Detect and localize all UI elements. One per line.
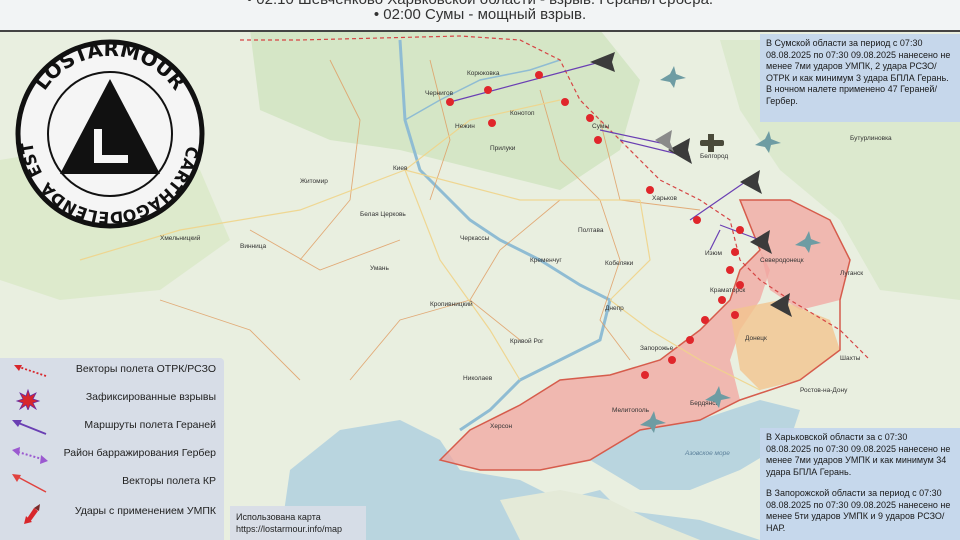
purple-arrow-icon — [12, 420, 47, 435]
city-donetsk: Донецк — [745, 335, 767, 342]
legend-label-gerbera: Район барражирования Гербер — [63, 447, 216, 459]
explosion-icon — [726, 266, 734, 274]
purple-dotted-double-arrow-icon — [12, 447, 48, 464]
city-severodonetsk: Северодонецк — [760, 257, 804, 264]
explosion-icon — [736, 226, 744, 234]
info-box-kharkov: В Харьковской области за с 07:30 08.08.2… — [760, 428, 960, 484]
city-cherkassy: Черкассы — [460, 235, 490, 242]
header-line-2: • 02:00 Сумы - мощный взрыв. — [373, 6, 587, 23]
legend-label-explosions: Зафиксированные взрывы — [85, 391, 216, 403]
city-buturlinovka: Бутурлиновка — [850, 135, 892, 142]
dotted-red-arrow-icon — [14, 365, 47, 377]
city-kremenchug: Кременчуг — [530, 257, 562, 264]
explosion-icon — [561, 98, 569, 106]
city-konotop: Конотоп — [510, 110, 535, 117]
city-kharkov: Харьков — [652, 195, 677, 202]
explosion-icon — [488, 119, 496, 127]
explosion-icon — [641, 371, 649, 379]
explosion-icon — [586, 114, 594, 122]
explosion-icon — [484, 86, 492, 94]
city-melitopol: Мелитополь — [612, 407, 650, 414]
city-chernigov: Чернигов — [425, 90, 454, 97]
lostarmour-logo: LOSTARMOUR CARTHAGO DELENDA EST — [15, 37, 205, 229]
city-khmelnitsky: Хмельницкий — [160, 234, 201, 242]
explosion-icon — [15, 388, 41, 410]
red-arrow-icon — [12, 474, 47, 493]
explosion-icon — [668, 356, 676, 364]
city-kobelyaki: Кобеляки — [605, 259, 634, 267]
info-box-sumy: В Сумской области за период с 07:30 08.0… — [760, 34, 960, 122]
city-lugansk: Луганск — [840, 270, 863, 277]
explosion-icon — [594, 136, 602, 144]
legend-item-kr: Векторы полета КР — [0, 472, 224, 494]
source-link[interactable]: https://lostarmour.info/map — [236, 523, 360, 535]
city-koryukovka: Корюковка — [467, 70, 500, 77]
explosion-icon — [731, 248, 739, 256]
source-attribution: Использована карта https://lostarmour.in… — [230, 506, 366, 540]
legend-item-umpk: Удары с применением УМПК — [0, 502, 224, 524]
legend-label-otrk: Векторы полета ОТРК/РСЗО — [75, 363, 216, 375]
red-bomb-arrow-icon — [24, 504, 40, 524]
legend-item-otrk: Векторы полета ОТРК/РСЗО — [0, 360, 224, 382]
city-sumy: Сумы — [592, 123, 609, 130]
city-kherson: Херсон — [490, 423, 513, 430]
legend-item-explosions: Зафиксированные взрывы — [0, 388, 224, 410]
city-kropivnitsky: Кропивницкий — [430, 300, 473, 308]
legend-label-kr: Векторы полета КР — [122, 475, 216, 487]
legend-label-geran: Маршруты полета Гераней — [84, 419, 216, 431]
info-box-zaporozhie: В Запорожской области за период с 07:30 … — [760, 484, 960, 540]
city-zhitomir: Житомир — [300, 178, 328, 185]
city-krivoy-rog: Кривой Рог — [510, 337, 544, 345]
explosion-icon — [646, 186, 654, 194]
explosion-icon — [535, 71, 543, 79]
header-bar: • 02:10 Шевченково Харьковской области -… — [0, 0, 960, 32]
azov-sea-label: Азовское море — [684, 450, 730, 457]
explosion-icon — [446, 98, 454, 106]
city-kiev: Киев — [393, 165, 408, 172]
explosion-icon — [701, 316, 709, 324]
explosion-icon — [736, 281, 744, 289]
source-line-1: Использована карта — [236, 512, 321, 522]
explosion-icon — [731, 311, 739, 319]
city-nikolaev: Николаев — [463, 375, 493, 382]
city-belgorod: Белгород — [700, 153, 728, 160]
city-zaporozhie: Запорожье — [640, 345, 674, 352]
explosion-icon — [686, 336, 694, 344]
legend-panel: Векторы полета ОТРК/РСЗО Зафиксированные… — [0, 358, 224, 540]
legend-label-umpk: Удары с применением УМПК — [74, 505, 216, 517]
city-dnepr: Днепр — [605, 305, 624, 312]
explosion-icon — [718, 296, 726, 304]
city-rostov: Ростов-на-Дону — [800, 387, 848, 394]
legend-item-gerbera: Район барражирования Гербер — [0, 444, 224, 466]
city-nezhin: Нежин — [455, 123, 475, 130]
city-belaya-tserkov: Белая Церковь — [360, 211, 406, 218]
explosion-icon — [693, 216, 701, 224]
city-shakhty: Шахты — [840, 355, 861, 362]
legend-item-geran: Маршруты полета Гераней — [0, 416, 224, 438]
city-uman: Умань — [370, 265, 390, 272]
city-poltava: Полтава — [578, 227, 604, 234]
city-priluki: Прилуки — [490, 145, 516, 152]
city-vinnitsa: Винница — [240, 243, 266, 250]
city-izyum: Изюм — [705, 250, 722, 257]
